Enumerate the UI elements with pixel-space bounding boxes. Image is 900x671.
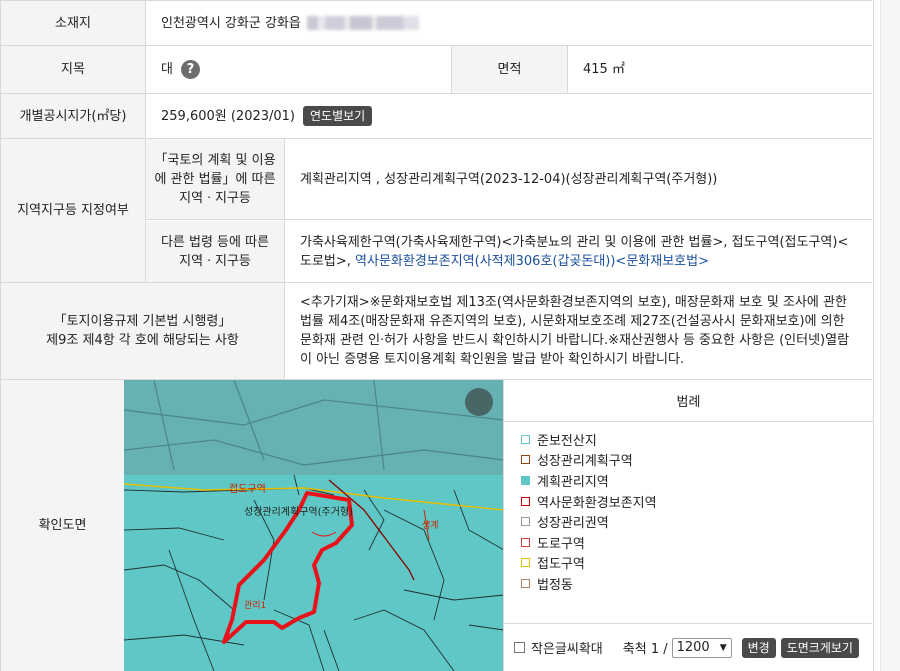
legend-item: 계획관리지역 — [504, 470, 873, 491]
official-price-label: 개별공시지가(㎡당) — [1, 94, 146, 138]
legend-item: 도로구역 — [504, 532, 873, 553]
national-law-label: 「국토의 계획 및 이용에 관한 법률」에 따른 지역ㆍ지구등 — [146, 139, 285, 220]
legend-swatch — [521, 537, 530, 547]
legend-item: 법정동 — [504, 573, 873, 594]
legend-swatch — [521, 434, 530, 444]
legend-swatch — [521, 455, 530, 465]
location-row: 소재지 인천광역시 강화군 강화읍 — [1, 1, 872, 46]
official-price-text: 259,600원 (2023/01) — [161, 108, 296, 124]
other-law-value: 가축사육제한구역(가축사육제한구역)<가축분뇨의 관리 및 이용에 관한 법률>… — [285, 221, 872, 282]
legend-swatch — [521, 558, 530, 568]
growth-zone-map-label: 성장관리계획구역(주거형) — [244, 506, 353, 518]
scale-value: 1200 — [676, 640, 710, 655]
map-legend: 범례 준보전산지 성장관리계획구역 계획관리지역 역사문화환경보존지역 성장관리… — [503, 380, 873, 623]
legend-item: 접도구역 — [504, 553, 873, 574]
help-icon[interactable]: ? — [180, 60, 200, 79]
legend-item: 준보전산지 — [504, 429, 873, 450]
land-category-row: 지목 대 ? 면적 415 ㎡ — [1, 46, 872, 94]
legend-item-label: 도로구역 — [537, 536, 585, 552]
enforcement-row: 「토지이용규제 기본법 시행령」 제9조 제4항 각 호에 해당되는 사항 <추… — [1, 283, 872, 380]
legend-item-label: 역사문화환경보존지역 — [537, 495, 657, 511]
land-category-value: 대 ? — [146, 46, 452, 93]
scale-change-button[interactable]: 변경 — [741, 637, 776, 658]
enforcement-label-line2: 제9조 제4항 각 호에 해당되는 사항 — [46, 333, 239, 348]
legend-item-label: 성장관리권역 — [537, 516, 609, 532]
location-value: 인천광역시 강화군 강화읍 — [146, 1, 872, 45]
map-label: 확인도면 — [1, 380, 124, 671]
enforcement-value: <추가기재>※문화재보호법 제13조(역사문화환경보존지역의 보호), 매장문화… — [300, 295, 850, 367]
legend-item-label: 준보전산지 — [537, 433, 597, 449]
land-map[interactable]: 접도구역 성장관리계획구역(주거형) 생계 관리1 — [124, 380, 504, 671]
official-price-value: 259,600원 (2023/01) 연도별보기 — [146, 94, 872, 138]
enlarge-map-button[interactable]: 도면크게보기 — [780, 637, 859, 658]
map-small-label-1: 생계 — [422, 519, 439, 531]
legend-swatch — [521, 517, 530, 527]
map-small-label-2: 관리1 — [244, 600, 266, 611]
legend-swatch — [521, 578, 530, 588]
legend-swatch — [521, 496, 530, 506]
location-text: 인천광역시 강화군 강화읍 — [161, 15, 301, 31]
legend-item: 성장관리권역 — [504, 511, 873, 532]
legend-item: 성장관리계획구역 — [504, 450, 873, 471]
zoning-row: 지역지구등 지정여부 「국토의 계획 및 이용에 관한 법률」에 따른 지역ㆍ지… — [1, 139, 872, 283]
scale-label: 축척 1 / — [622, 642, 668, 657]
area-value: 415 ㎡ — [583, 62, 625, 77]
road-zone-map-label: 접도구역 — [229, 483, 266, 495]
official-price-row: 개별공시지가(㎡당) 259,600원 (2023/01) 연도별보기 — [1, 94, 872, 139]
area-label: 면적 — [452, 46, 568, 93]
land-category-text: 대 — [161, 62, 173, 77]
legend-title: 범례 — [504, 380, 873, 422]
scale-select[interactable]: 1200 ▼ — [671, 637, 732, 658]
national-law-value: 계획관리지역 , 성장관리계획구역(2023-12-04)(성장관리계획구역(주… — [285, 139, 872, 220]
chevron-down-icon: ▼ — [719, 642, 727, 653]
location-label: 소재지 — [1, 1, 146, 45]
legend-swatch — [521, 475, 530, 485]
map-controls: 작은글씨확대 축척 1 / 1200 ▼ 변경 도면크게보기 — [503, 623, 872, 671]
zoning-label: 지역지구등 지정여부 — [1, 139, 146, 282]
map-drawing: 접도구역 성장관리계획구역(주거형) 생계 관리1 — [124, 380, 504, 671]
large-text-label: 작은글씨확대 — [531, 642, 603, 657]
page-scrollbar[interactable] — [880, 0, 900, 671]
large-text-checkbox[interactable] — [514, 642, 525, 653]
legend-item-label: 성장관리계획구역 — [537, 454, 633, 470]
legend-item-label: 법정동 — [537, 577, 573, 593]
yearly-view-button[interactable]: 연도별보기 — [303, 106, 373, 126]
land-use-plan-table: 소재지 인천광역시 강화군 강화읍 지목 대 ? 면적 415 ㎡ 개별공시지가… — [0, 0, 874, 671]
legend-item-label: 계획관리지역 — [537, 474, 609, 490]
masked-address — [306, 16, 419, 30]
legend-item-label: 접도구역 — [537, 557, 585, 573]
heritage-zone-link[interactable]: 역사문화환경보존지역(사적제306호(갑곶돈대))<문화재보호법> — [355, 254, 709, 269]
other-law-label: 다른 법령 등에 따른 지역ㆍ지구등 — [146, 221, 285, 282]
map-row: 확인도면 접도구역 성장관리계획구역(주거형) 생계 관리1 범례 준보전산지 … — [1, 380, 873, 671]
land-category-label: 지목 — [1, 46, 146, 93]
enforcement-label-line1: 「토지이용규제 기본법 시행령」 — [53, 314, 232, 329]
legend-list: 준보전산지 성장관리계획구역 계획관리지역 역사문화환경보존지역 성장관리권역 … — [504, 422, 873, 594]
enforcement-label: 「토지이용규제 기본법 시행령」 제9조 제4항 각 호에 해당되는 사항 — [1, 283, 285, 379]
legend-item: 역사문화환경보존지역 — [504, 491, 873, 512]
